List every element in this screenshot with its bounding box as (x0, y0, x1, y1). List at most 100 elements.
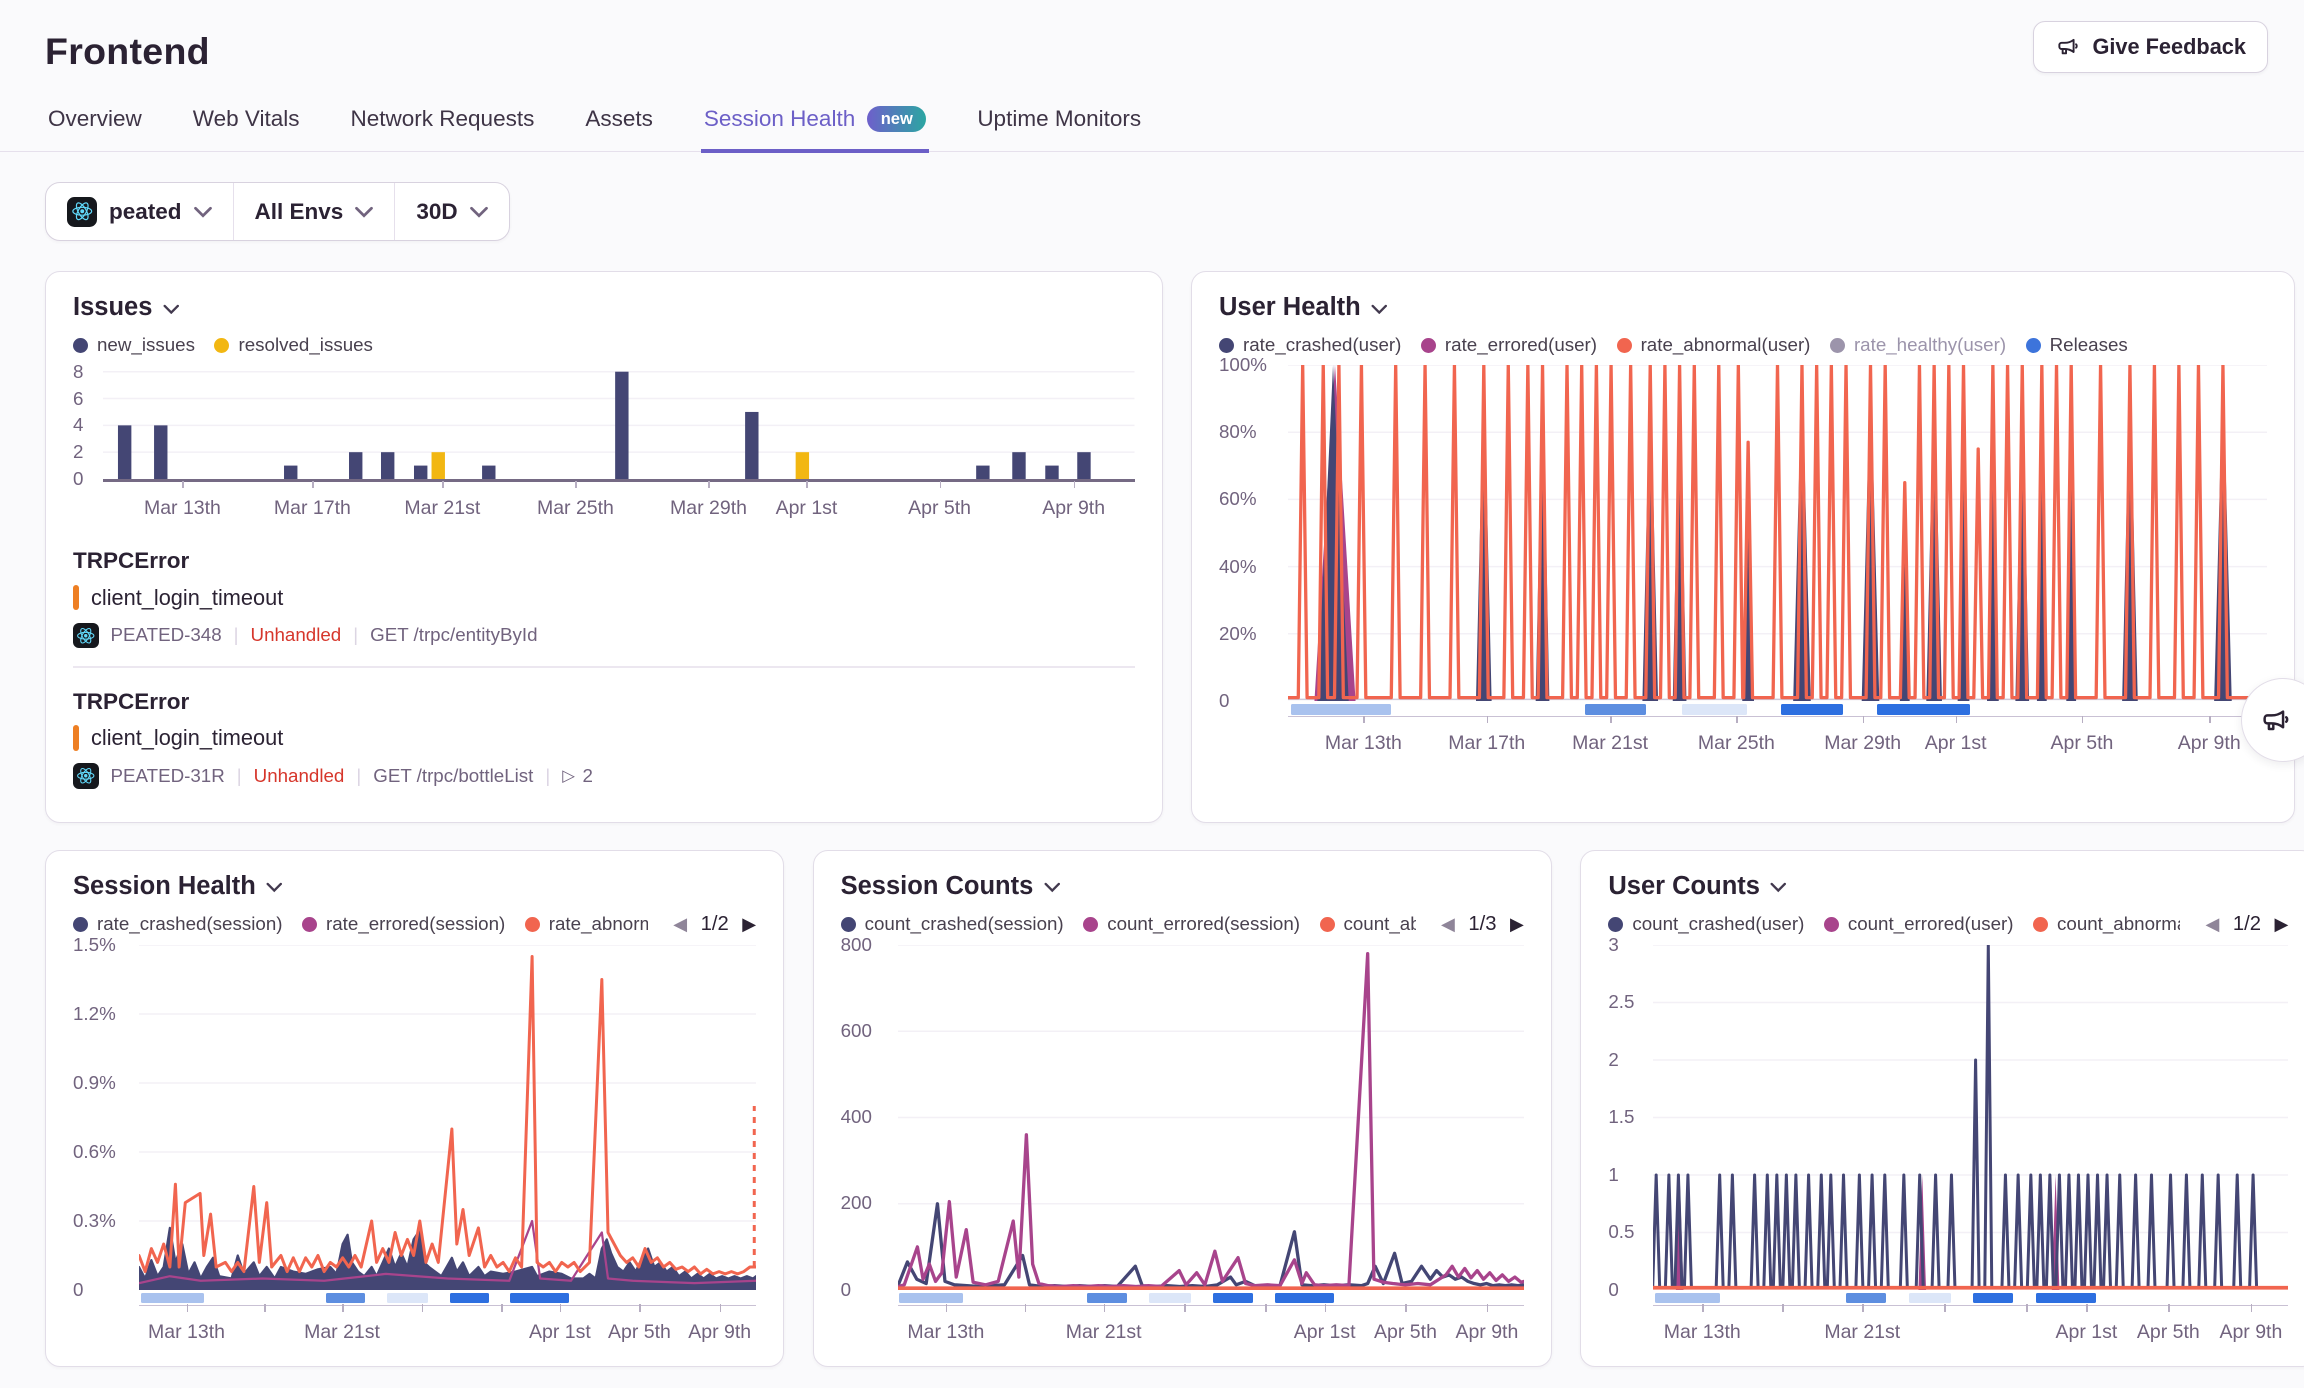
y-axis: 02468 (73, 365, 103, 479)
y-axis: 0200400600800 (841, 945, 898, 1290)
legend-item-count_crashed-user-[interactable]: count_crashed(user) (1608, 913, 1804, 935)
project-filter[interactable]: peated (46, 183, 233, 240)
x-axis-label: Apr 9th (688, 1321, 751, 1344)
issue-meta: PEATED-348 Unhandled GET /trpc/entityByI… (73, 623, 1135, 649)
pagination-prev-button[interactable]: ◀ (2206, 915, 2220, 933)
release-bar[interactable] (1275, 1293, 1334, 1304)
pagination-counter: 1/2 (2233, 913, 2261, 936)
pagination-next-button[interactable]: ▶ (742, 915, 756, 933)
legend-item-rate_abnormal-user-[interactable]: rate_abnormal(user) (1617, 334, 1811, 356)
x-axis-label: Apr 1st (776, 497, 838, 520)
separator (237, 765, 242, 787)
issue-meta: PEATED-31R Unhandled GET /trpc/bottleLis… (73, 763, 1135, 789)
user-counts-panel-header[interactable]: User Counts (1608, 872, 2288, 901)
legend-item-rate_crashed-session-[interactable]: rate_crashed(session) (73, 913, 283, 935)
legend-item-rate_errored-session-[interactable]: rate_errored(session) (302, 913, 505, 935)
release-bar[interactable] (450, 1293, 489, 1304)
release-bar[interactable] (899, 1293, 963, 1304)
x-axis (898, 1305, 1524, 1317)
issue-status: Unhandled (251, 624, 342, 646)
release-bar[interactable] (1149, 1293, 1191, 1304)
legend-item-count_errored-session-[interactable]: count_errored(session) (1083, 913, 1300, 935)
legend-pagination: ◀1/2▶ (667, 913, 756, 936)
x-axis-label: Apr 9th (2178, 732, 2241, 755)
legend-item-resolved_issues[interactable]: resolved_issues (214, 334, 372, 356)
release-bar[interactable] (387, 1293, 428, 1304)
react-project-icon (67, 197, 97, 227)
x-axis-labels: Mar 13thMar 21stApr 1stApr 5thApr 9th (139, 1321, 756, 1348)
give-feedback-button[interactable]: Give Feedback (2033, 21, 2268, 73)
release-bar[interactable] (1655, 1293, 1720, 1304)
legend-item-releases[interactable]: Releases (2026, 334, 2128, 356)
tab-session-health[interactable]: Session Healthnew (701, 97, 929, 153)
legend-item-rate_errored-user-[interactable]: rate_errored(user) (1421, 334, 1597, 356)
date-range-filter-value: 30D (416, 199, 457, 225)
issue-message-link[interactable]: client_login_timeout (73, 725, 1135, 751)
tab-assets[interactable]: Assets (582, 97, 656, 153)
session-counts-chart: 0200400600800 Mar 13thMar 21stApr 1stApr… (841, 945, 1524, 1348)
legend-item-count_crashed-session-[interactable]: count_crashed(session) (841, 913, 1064, 935)
session-counts-panel-header[interactable]: Session Counts (841, 872, 1524, 901)
release-bar[interactable] (1781, 704, 1843, 715)
releases-track (898, 1293, 1524, 1304)
x-axis-label: Mar 21st (304, 1321, 380, 1344)
separator (353, 624, 358, 646)
legend-item-new_issues[interactable]: new_issues (73, 334, 195, 356)
legend-item-count_abnormal-session-[interactable]: count_abnormal(session) (1320, 913, 1416, 935)
legend-dot (73, 917, 88, 932)
filter-bar: peated All Envs 30D (45, 182, 510, 241)
tab-web-vitals[interactable]: Web Vitals (190, 97, 303, 153)
release-bar[interactable] (1973, 1293, 2013, 1304)
session-counts-plot-area (898, 945, 1524, 1290)
session-counts-panel: Session Counts count_crashed(session) cou… (813, 850, 1552, 1367)
release-bar[interactable] (510, 1293, 569, 1304)
release-bar[interactable] (326, 1293, 365, 1304)
environment-filter[interactable]: All Envs (233, 183, 395, 240)
release-bar[interactable] (1087, 1293, 1126, 1304)
legend-item-rate_crashed-user-[interactable]: rate_crashed(user) (1219, 334, 1401, 356)
release-bar[interactable] (1291, 704, 1391, 715)
x-axis-label: Mar 13th (907, 1321, 984, 1344)
legend-item-count_errored-user-[interactable]: count_errored(user) (1824, 913, 2014, 935)
legend-item-rate_abnormal-session-[interactable]: rate_abnormal(session) (525, 913, 648, 935)
release-bar[interactable] (1213, 1293, 1252, 1304)
user-health-plot-area (1288, 365, 2267, 701)
issues-panel-header[interactable]: Issues (73, 293, 1135, 322)
issue-short-id[interactable]: PEATED-348 (111, 624, 222, 646)
release-bar[interactable] (1682, 704, 1748, 715)
release-bar[interactable] (1846, 1293, 1886, 1304)
legend-item-count_abnormal-user-[interactable]: count_abnormal(user) (2033, 913, 2180, 935)
tab-network-requests[interactable]: Network Requests (348, 97, 538, 153)
release-bar[interactable] (1877, 704, 1970, 715)
separator (234, 624, 239, 646)
user-health-panel-header[interactable]: User Health (1219, 293, 2267, 322)
issue-endpoint: GET /trpc/entityById (370, 624, 537, 646)
user-health-panel-title: User Health (1219, 293, 1361, 322)
date-range-filter[interactable]: 30D (394, 183, 508, 240)
release-bar[interactable] (1909, 1293, 1952, 1304)
legend-dot (1083, 917, 1098, 932)
x-axis-label: Mar 21st (1066, 1321, 1142, 1344)
x-axis-label: Mar 25th (537, 497, 614, 520)
legend-item-rate_healthy-user-[interactable]: rate_healthy(user) (1830, 334, 2006, 356)
issue-short-id[interactable]: PEATED-31R (111, 765, 225, 787)
react-project-icon (73, 763, 99, 789)
pagination-next-button[interactable]: ▶ (2275, 915, 2289, 933)
release-bar[interactable] (2036, 1293, 2096, 1304)
y-axis: 00.3%0.6%0.9%1.2%1.5% (73, 945, 139, 1290)
session-health-panel-header[interactable]: Session Health (73, 872, 756, 901)
x-axis-label: Mar 13th (148, 1321, 225, 1344)
x-axis-labels: Mar 13thMar 17thMar 21stMar 25thMar 29th… (1288, 732, 2267, 759)
legend-dot (841, 917, 856, 932)
legend-dot (302, 917, 317, 932)
tab-overview[interactable]: Overview (45, 97, 145, 153)
tab-uptime-monitors[interactable]: Uptime Monitors (974, 97, 1144, 153)
release-bar[interactable] (1585, 704, 1647, 715)
pagination-prev-button[interactable]: ◀ (673, 915, 687, 933)
pagination-next-button[interactable]: ▶ (1510, 915, 1524, 933)
legend-dot (1830, 338, 1845, 353)
issue-message-link[interactable]: client_login_timeout (73, 585, 1135, 611)
replay-count[interactable]: ▷ 2 (562, 765, 593, 787)
pagination-prev-button[interactable]: ◀ (1441, 915, 1455, 933)
release-bar[interactable] (141, 1293, 204, 1304)
